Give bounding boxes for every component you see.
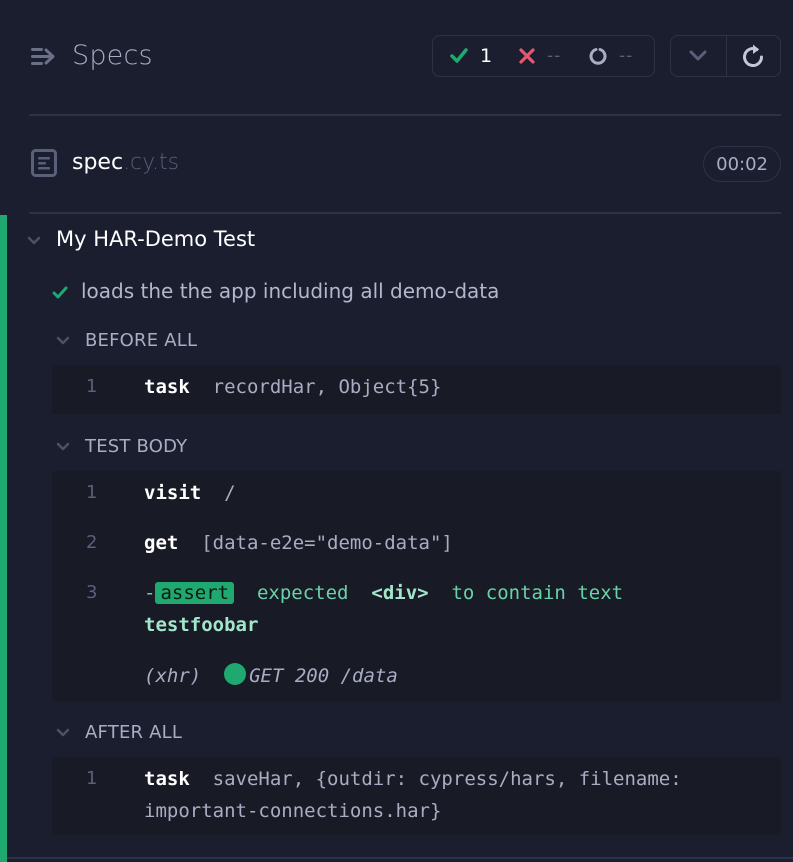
command-message: / [224,482,236,504]
bottom-divider [7,857,793,859]
failed-stat: -- [519,36,561,76]
hook-label-test-body[interactable]: TEST BODY [85,436,187,457]
rerun-button[interactable] [725,36,781,76]
xhr-message: GET 200 /data [249,665,398,687]
assert-predicate: to contain text [451,582,624,604]
test-body-commands: 1 visit / 2 get [data-e2e="demo-data"] 3… [52,471,781,701]
assert-badge: assert [155,582,235,604]
command-number: 1 [86,482,98,503]
assert-expected: expected [256,582,349,604]
hook-chevron-down-icon[interactable] [56,336,70,346]
command-message: [data-e2e="demo-data"] [201,532,453,554]
test-stats: 1 -- -- [432,35,655,77]
spec-runner-reporter: Specs 1 -- -- spec.cy.ts 00:02 My HAR-De… [0,0,793,862]
test-passed-check-icon [52,286,68,299]
command-name-text: task [144,768,190,790]
command-message-line2: important-connections.har} [144,800,442,822]
suite-chevron-down-icon[interactable] [27,236,41,246]
reporter-header: Specs 1 -- -- [30,34,781,78]
spec-file-row: spec.cy.ts 00:02 [30,146,781,182]
command-name-text: visit [144,482,202,504]
hook-chevron-down-icon[interactable] [56,728,70,738]
passed-stat: 1 [450,36,492,76]
list-arrow-icon[interactable] [31,45,57,69]
assert-prefix: - [144,582,156,604]
hook-label-before-all[interactable]: BEFORE ALL [85,330,197,351]
assert-element: <div> [371,582,429,604]
command-message: recordHar, Object{5} [212,376,442,398]
hook-chevron-down-icon[interactable] [56,442,70,452]
file-icon [31,149,57,177]
spec-extension: .cy.ts [123,150,180,175]
suite-title[interactable]: My HAR-Demo Test [56,227,255,251]
command-number: 1 [86,376,98,397]
spec-duration: 00:02 [703,146,781,182]
command-message-line1: saveHar, {outdir: cypress/hars, filename… [212,768,682,790]
failed-count: -- [547,46,562,66]
command-name-text: task [144,376,190,398]
command-name: task saveHar, {outdir: cypress/hars, fil… [144,763,682,827]
test-title[interactable]: loads the the app including all demo-dat… [81,279,499,303]
hook-label-after-all[interactable]: AFTER ALL [85,722,182,743]
specs-title[interactable]: Specs [72,40,153,71]
x-icon [519,48,535,64]
header-divider [29,114,781,116]
after-all-commands: 1 task saveHar, {outdir: cypress/hars, f… [52,757,781,835]
command-name: task recordHar, Object{5} [144,376,441,398]
passed-count: 1 [480,45,493,67]
before-all-commands: 1 task recordHar, Object{5} [52,365,781,414]
xhr-label: (xhr) [144,665,202,687]
command-name: visit / [144,482,236,504]
status-dot-icon [224,663,247,685]
command-number: 2 [86,532,98,553]
refresh-icon [743,44,764,67]
chevron-down-icon [689,50,707,61]
spec-divider [29,212,781,214]
passed-indicator-bar [0,215,7,862]
spec-filename[interactable]: spec.cy.ts [72,150,179,175]
reporter-controls [670,35,781,77]
xhr-log: (xhr) GET 200 /data [144,663,398,687]
spinner-icon [589,48,607,65]
assert-value: testfoobar [144,614,259,636]
collapse-all-button[interactable] [671,36,726,76]
check-icon [450,48,468,63]
command-name: get [data-e2e="demo-data"] [144,532,453,554]
command-number: 1 [86,768,98,789]
command-number: 3 [86,582,98,603]
pending-count: -- [619,46,634,66]
pending-stat: -- [589,36,633,76]
spec-basename: spec [72,150,124,175]
assert-command: - assert expected <div> to contain text te… [144,577,704,641]
command-name-text: get [144,532,179,554]
